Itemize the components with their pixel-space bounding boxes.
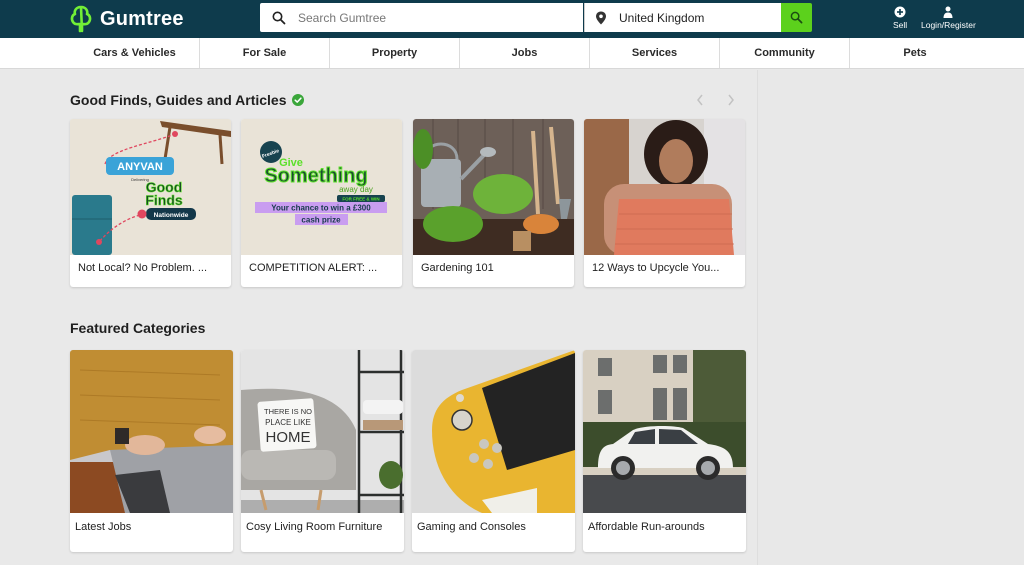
cushion-text-line2: PLACE LIKE [265,418,311,427]
category-title: Gaming and Consoles [417,521,526,533]
cushion-text-line3: HOME [266,429,311,446]
carousel-prev-button[interactable] [693,93,707,107]
sell-button[interactable]: Sell [893,6,907,30]
article-title: COMPETITION ALERT: ... [249,262,378,274]
nationwide-text: Nationwide [154,212,189,219]
article-card[interactable]: 12 Ways to Upcycle You... [584,119,745,287]
location-input[interactable] [619,10,779,25]
category-nav: Cars & Vehicles For Sale Property Jobs S… [0,38,1024,69]
search-input[interactable] [298,10,568,25]
verified-check-icon [291,94,304,106]
category-image-car [583,350,746,513]
something-text: Something [264,165,367,187]
category-card[interactable]: Gaming and Consoles [412,350,575,552]
search-button[interactable] [781,3,812,32]
login-register-button[interactable]: Login/Register [921,6,976,30]
article-card[interactable]: ANYVAN Delivering Good Finds Nationwide … [70,119,231,287]
article-title: 12 Ways to Upcycle You... [592,262,720,274]
cash-prize-text: cash prize [301,216,341,225]
category-title: Cosy Living Room Furniture [246,521,383,533]
nav-cars-vehicles[interactable]: Cars & Vehicles [70,38,200,68]
article-image-upcycle [584,119,745,255]
location-pin-icon [596,11,606,24]
article-title: Gardening 101 [421,262,494,274]
gumtree-logo[interactable]: Gumtree [68,4,184,34]
good-finds-heading: Good Finds, Guides and Articles [70,92,304,108]
chevron-left-icon [697,94,703,106]
carousel-next-button[interactable] [724,93,738,107]
category-card[interactable]: THERE IS NO PLACE LIKE HOME Cosy Living … [241,350,404,552]
finds-text: Finds [145,192,183,208]
logo-text: Gumtree [100,7,184,30]
nav-jobs[interactable]: Jobs [460,38,590,68]
featured-categories-title: Featured Categories [70,320,206,336]
nav-community[interactable]: Community [720,38,850,68]
category-image-gaming [412,350,575,513]
chance-text: Your chance to win a £300 [271,204,371,213]
login-register-label: Login/Register [921,20,976,30]
article-card[interactable]: Gardening 101 [413,119,574,287]
tree-logo-icon [70,5,92,33]
free-win-text: FOR FREE & WIN [342,197,379,202]
good-finds-title: Good Finds, Guides and Articles [70,92,287,108]
nav-for-sale[interactable]: For Sale [200,38,330,68]
category-image-furniture: THERE IS NO PLACE LIKE HOME [241,350,404,513]
right-sidebar-placeholder [757,70,1024,565]
search-icon [790,11,803,24]
article-card[interactable]: Freebie Give Something away day FOR FREE… [241,119,402,287]
nav-property[interactable]: Property [330,38,460,68]
plus-circle-icon [894,6,906,18]
article-image-gardening [413,119,574,255]
category-card[interactable]: Latest Jobs [70,350,233,552]
category-title: Affordable Run-arounds [588,521,705,533]
chevron-right-icon [728,94,734,106]
anyvan-text: ANYVAN [117,161,163,173]
article-title: Not Local? No Problem. ... [78,262,208,274]
featured-categories-heading: Featured Categories [70,320,205,336]
location-field[interactable] [584,3,781,32]
cushion-text-line1: THERE IS NO [264,407,312,416]
category-card[interactable]: Affordable Run-arounds [583,350,746,552]
category-title: Latest Jobs [75,521,132,533]
category-image-jobs [70,350,233,513]
article-image-anyvan: ANYVAN Delivering Good Finds Nationwide [70,119,231,255]
search-field[interactable] [260,3,583,32]
user-icon [943,6,953,18]
nav-services[interactable]: Services [590,38,720,68]
top-header: Gumtree Sell Login/Re [0,0,1024,38]
article-image-competition: Freebie Give Something away day FOR FREE… [241,119,402,255]
away-day-text: away day [339,185,373,194]
nav-pets[interactable]: Pets [850,38,980,68]
sell-label: Sell [893,20,908,30]
search-icon [272,11,286,24]
